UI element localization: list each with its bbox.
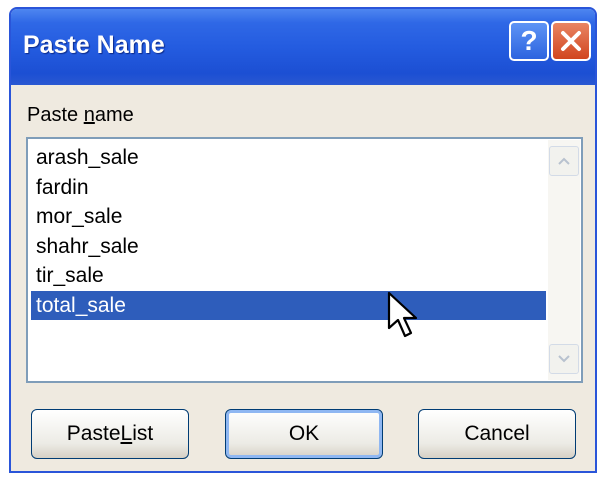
list-item-selected[interactable]: total_sale — [31, 290, 546, 320]
title-bar[interactable]: Paste Name ? — [11, 9, 595, 85]
close-button[interactable] — [551, 21, 591, 61]
help-button[interactable]: ? — [509, 21, 549, 61]
list-item[interactable]: tir_sale — [31, 261, 546, 291]
paste-list-button[interactable]: Paste List — [31, 409, 189, 459]
scroll-down-icon — [558, 355, 570, 363]
scroll-up-button[interactable] — [549, 146, 579, 176]
names-list: arash_sale fardin mor_sale shahr_sale ti… — [31, 143, 546, 320]
list-item[interactable]: fardin — [31, 173, 546, 203]
ok-button[interactable]: OK — [225, 409, 383, 459]
scroll-up-icon — [558, 157, 570, 165]
help-icon: ? — [520, 25, 538, 56]
dialog-title: Paste Name — [23, 31, 165, 59]
list-item[interactable]: arash_sale — [31, 143, 546, 173]
list-item[interactable]: mor_sale — [31, 202, 546, 232]
paste-name-dialog: Paste Name ? Paste name arash_sale fardi… — [9, 7, 597, 473]
mouse-pointer-icon — [387, 291, 418, 338]
names-listbox[interactable]: arash_sale fardin mor_sale shahr_sale ti… — [26, 137, 583, 383]
cancel-button[interactable]: Cancel — [418, 409, 576, 459]
vertical-scrollbar[interactable] — [548, 140, 580, 380]
close-icon — [561, 31, 581, 51]
paste-name-label: Paste name — [27, 104, 134, 126]
scroll-down-button[interactable] — [549, 344, 579, 374]
list-item[interactable]: shahr_sale — [31, 232, 546, 262]
